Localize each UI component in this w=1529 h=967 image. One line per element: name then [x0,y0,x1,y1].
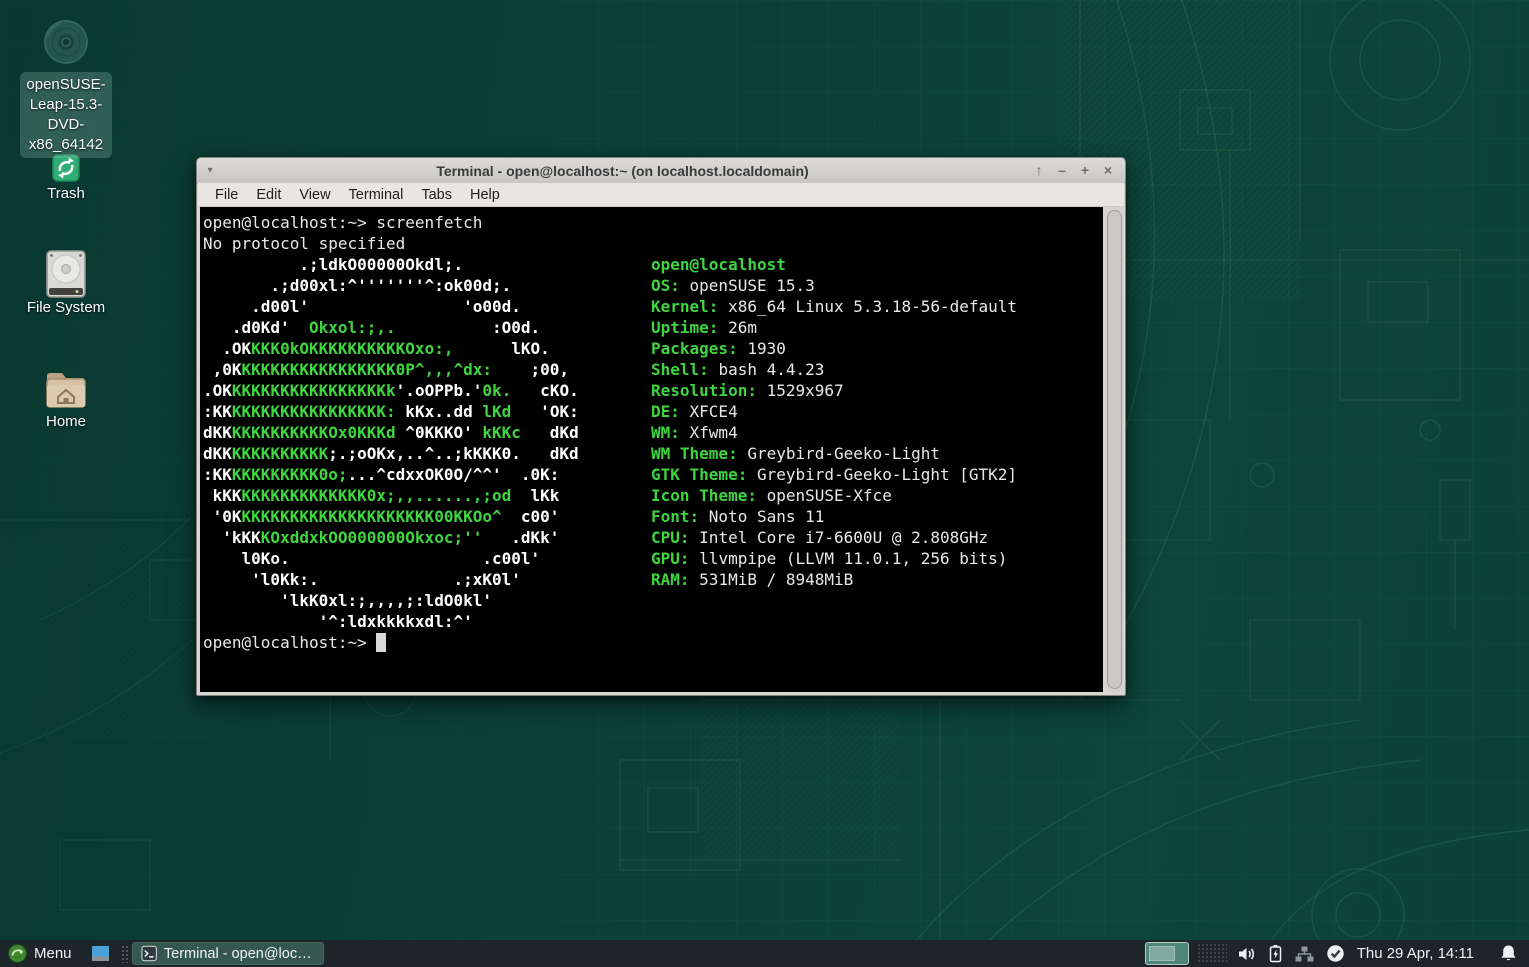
applications-menu-button[interactable]: Menu [0,940,82,967]
menu-help[interactable]: Help [461,183,509,207]
scrollbar-thumb[interactable] [1107,210,1122,689]
dvd-disc-icon [40,16,92,68]
close-button[interactable]: × [1101,159,1115,182]
desktop-icon-home[interactable]: Home [11,368,121,432]
workspace-pager[interactable] [1145,942,1189,965]
filesystem-label: File System [11,298,121,318]
window-menu-icon[interactable]: ▾ [197,165,223,176]
roll-up-button[interactable]: ↑ [1032,159,1046,182]
window-title: Terminal - open@localhost:~ (on localhos… [223,163,1022,179]
clock[interactable]: Thu 29 Apr, 14:11 [1357,945,1474,962]
updates-check-icon[interactable] [1326,944,1345,963]
home-label: Home [11,412,121,432]
network-icon[interactable] [1294,945,1315,963]
menu-button-label: Menu [34,945,72,962]
dvd-label: openSUSE-Leap-15.3-DVD-x86_64142 [26,75,105,155]
desktop-icon-dvd[interactable]: openSUSE-Leap-15.3-DVD-x86_64142 [11,16,121,158]
trash-label: Trash [11,184,121,204]
menu-tabs[interactable]: Tabs [412,183,461,207]
battery-icon[interactable] [1268,944,1283,963]
maximize-button[interactable]: + [1078,159,1092,182]
screenfetch-info: open@localhostOS: openSUSE 15.3Kernel: x… [651,254,1017,590]
terminal-app-icon [141,945,157,962]
system-tray [1237,944,1345,963]
pager-window-thumb [1149,946,1175,961]
desktop-icon-filesystem[interactable]: File System [11,250,121,318]
menu-file[interactable]: File [206,183,247,207]
minimize-button[interactable]: – [1055,159,1069,182]
terminal-content-area: open@localhost:~> screenfetch No protoco… [198,207,1124,694]
menu-view[interactable]: View [290,183,339,207]
terminal-output: open@localhost:~> screenfetch No protoco… [203,212,579,653]
menu-terminal[interactable]: Terminal [340,183,413,207]
terminal-scrollbar[interactable] [1105,207,1124,692]
menubar: FileEditViewTerminalTabsHelp [198,183,1124,207]
panel-separator-dots [1197,943,1227,964]
notifications-bell-icon[interactable] [1500,944,1517,963]
task-button-terminal[interactable]: Terminal - open@local... [132,942,324,965]
hard-drive-icon [45,250,87,298]
panel-separator-handle [121,945,128,963]
taskbar: Menu Terminal - open@local... [0,940,1529,967]
titlebar[interactable]: ▾ Terminal - open@localhost:~ (on localh… [197,158,1125,184]
terminal-screen[interactable]: open@localhost:~> screenfetch No protoco… [200,207,1103,692]
opensuse-geeko-icon [8,944,27,963]
dvd-label-selection: openSUSE-Leap-15.3-DVD-x86_64142 [20,72,111,158]
bell-icon [1500,944,1517,963]
terminal-window: ▾ Terminal - open@localhost:~ (on localh… [196,157,1126,696]
volume-icon[interactable] [1237,945,1257,963]
desktop-icon [90,944,111,963]
home-folder-icon [42,368,90,412]
menu-edit[interactable]: Edit [247,183,290,207]
desktop-icon-trash[interactable]: Trash [11,152,121,204]
task-button-label: Terminal - open@local... [164,946,315,962]
desktop-window-button[interactable] [82,940,119,967]
